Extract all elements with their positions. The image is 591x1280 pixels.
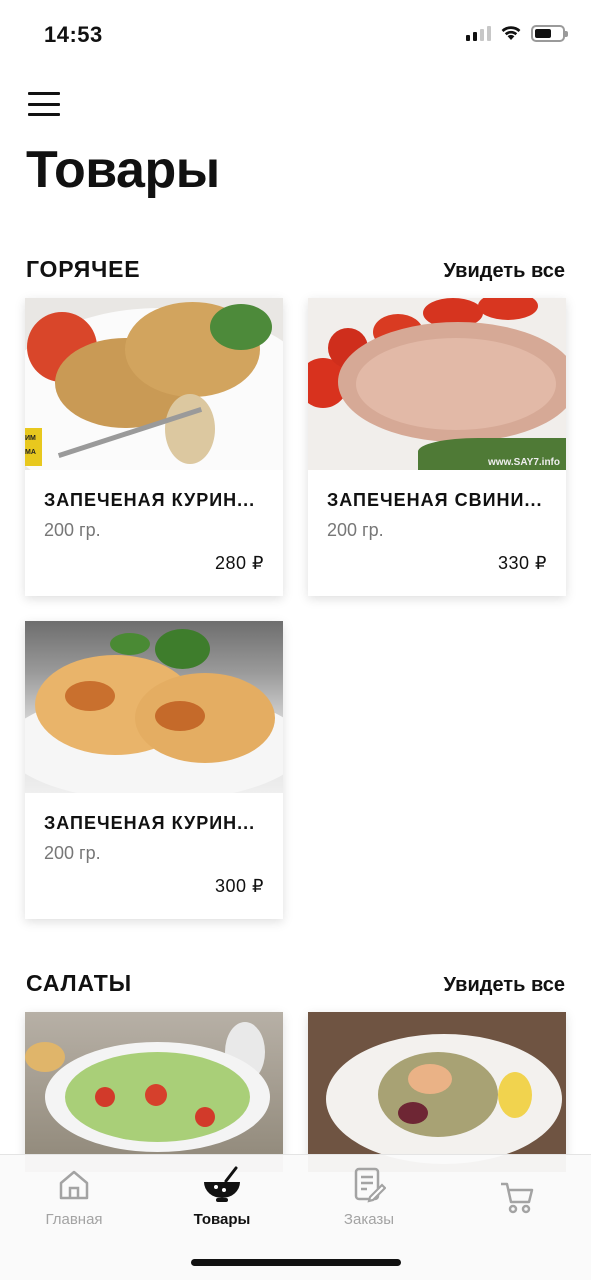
- status-icons: [466, 24, 568, 42]
- tab-label: Главная: [45, 1211, 103, 1228]
- product-image: [308, 1012, 566, 1172]
- watermark-text: www.SAY7.info: [487, 457, 560, 468]
- product-name: ЗАПЕЧЕНАЯ КУРИН...: [44, 490, 256, 510]
- battery-icon: [531, 24, 568, 42]
- menu-button[interactable]: [28, 92, 60, 116]
- product-image: ИМ МА: [25, 298, 283, 470]
- product-image: [25, 621, 283, 793]
- section-header-salads: САЛАТЫ Увидеть все: [26, 970, 565, 997]
- section-header-hot: ГОРЯЧЕЕ Увидеть все: [26, 256, 565, 283]
- home-indicator: [191, 1259, 401, 1266]
- product-name: ЗАПЕЧЕНАЯ КУРИН...: [44, 813, 256, 833]
- see-all-link[interactable]: Увидеть все: [443, 260, 565, 283]
- product-image: www.SAY7.info: [308, 298, 566, 470]
- tab-label: Товары: [193, 1211, 251, 1228]
- product-card[interactable]: www.SAY7.info ЗАПЕЧЕНАЯ СВИНИ... 200 гр.…: [308, 298, 566, 596]
- home-icon: [59, 1170, 89, 1200]
- tab-label: Заказы: [343, 1211, 395, 1228]
- product-price: 330 ₽: [498, 553, 547, 573]
- product-card[interactable]: ЗАПЕЧЕНАЯ КУРИН... 200 гр. 300 ₽: [25, 621, 283, 919]
- product-image: [25, 1012, 283, 1172]
- product-card[interactable]: ИМ МА ЗАПЕЧЕНАЯ КУРИН... 200 гр. 280 ₽: [25, 298, 283, 596]
- product-price: 300 ₽: [215, 876, 264, 896]
- bowl-icon: [204, 1166, 240, 1202]
- status-bar: 14:53: [0, 0, 591, 70]
- tab-cart[interactable]: [457, 1165, 577, 1223]
- cart-icon: [501, 1182, 534, 1214]
- tab-products[interactable]: Товары: [162, 1165, 282, 1228]
- product-card[interactable]: [25, 1012, 283, 1172]
- see-all-link[interactable]: Увидеть все: [443, 974, 565, 997]
- orders-icon: [354, 1167, 386, 1203]
- section-title: САЛАТЫ: [26, 970, 132, 996]
- product-weight: 200 гр.: [44, 843, 101, 863]
- wifi-icon: [501, 26, 521, 40]
- watermark-text: ИМ МА: [25, 435, 36, 456]
- signal-icon: [466, 25, 491, 41]
- product-name: ЗАПЕЧЕНАЯ СВИНИ...: [327, 490, 543, 510]
- status-time: 14:53: [44, 22, 103, 47]
- product-weight: 200 гр.: [327, 520, 384, 540]
- tab-home[interactable]: Главная: [14, 1165, 134, 1228]
- tab-orders[interactable]: Заказы: [309, 1165, 429, 1228]
- page-title: Товары: [26, 141, 220, 199]
- product-card[interactable]: [308, 1012, 566, 1172]
- product-weight: 200 гр.: [44, 520, 101, 540]
- section-title: ГОРЯЧЕЕ: [26, 256, 141, 282]
- product-price: 280 ₽: [215, 553, 264, 573]
